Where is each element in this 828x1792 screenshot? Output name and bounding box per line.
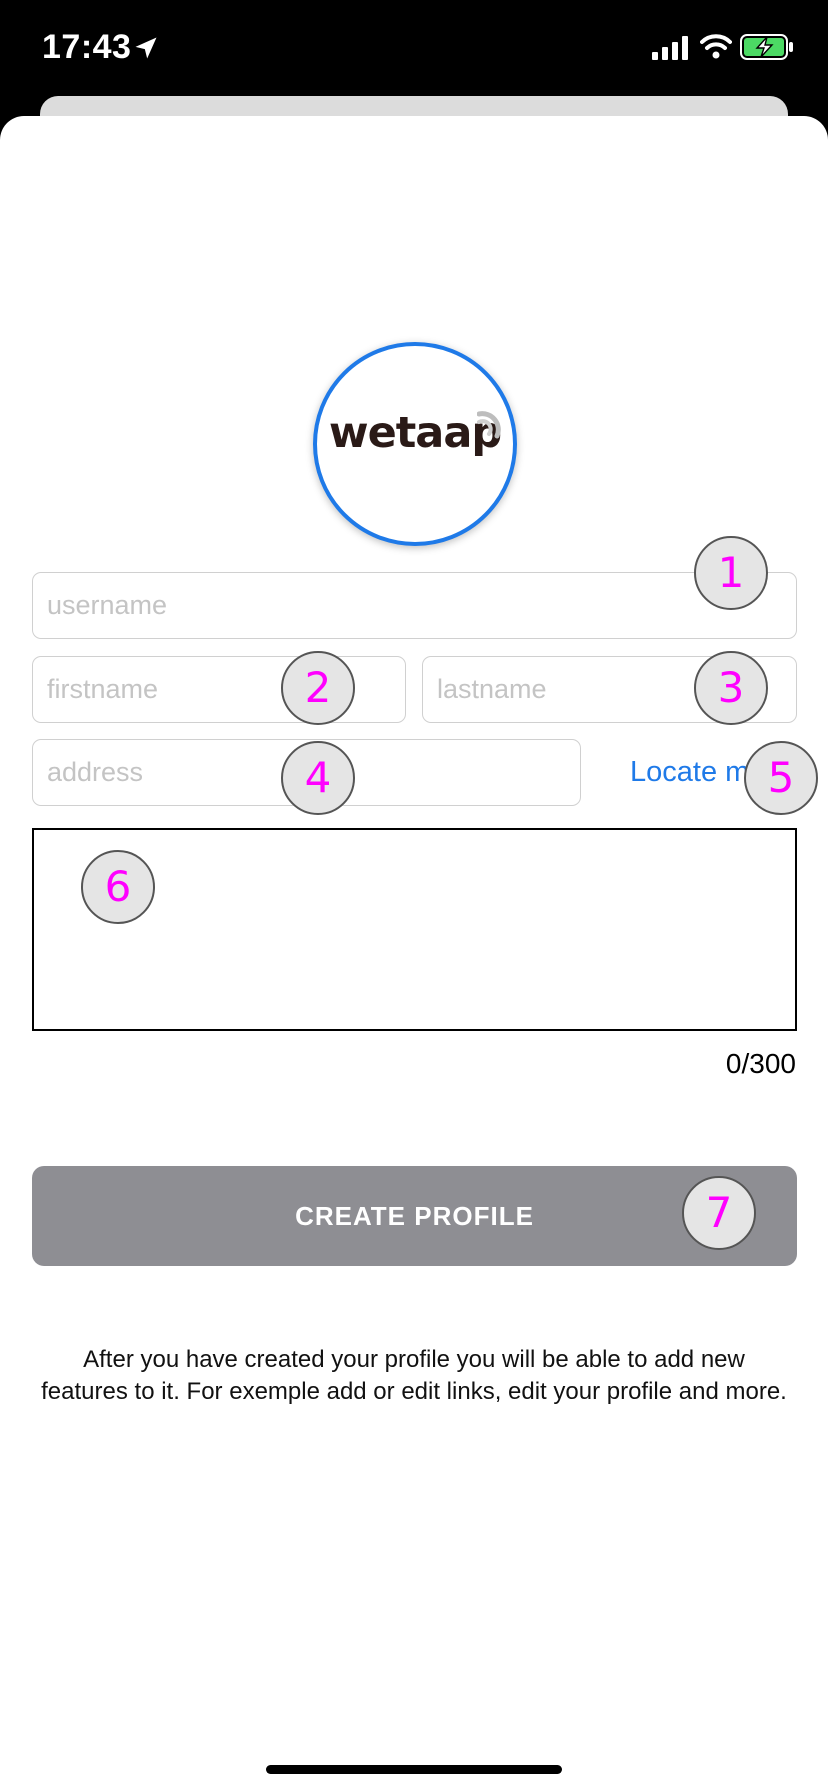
annotation-marker: 7 [682, 1176, 756, 1250]
bio-textarea[interactable] [32, 828, 797, 1031]
profile-logo[interactable]: wetaap [313, 342, 517, 546]
annotation-marker: 5 [744, 741, 818, 815]
locate-me-button[interactable]: Locate m [630, 756, 749, 789]
annotation-marker: 4 [281, 741, 355, 815]
wifi-icon [700, 34, 732, 59]
location-arrow-icon [135, 37, 157, 59]
cellular-signal-icon [652, 36, 688, 60]
home-indicator[interactable] [266, 1765, 562, 1774]
status-time: 17:43 [42, 28, 132, 66]
annotation-marker: 2 [281, 651, 355, 725]
status-bar: 17:43 [0, 0, 828, 100]
annotation-marker: 3 [694, 651, 768, 725]
info-text: After you have created your profile you … [41, 1346, 787, 1405]
username-input[interactable] [32, 572, 797, 639]
signal-wave-icon [477, 411, 501, 439]
battery-charging-icon [740, 34, 793, 60]
annotation-marker: 6 [81, 850, 155, 924]
annotation-marker: 1 [694, 536, 768, 610]
character-counter: 0/300 [725, 1048, 796, 1079]
